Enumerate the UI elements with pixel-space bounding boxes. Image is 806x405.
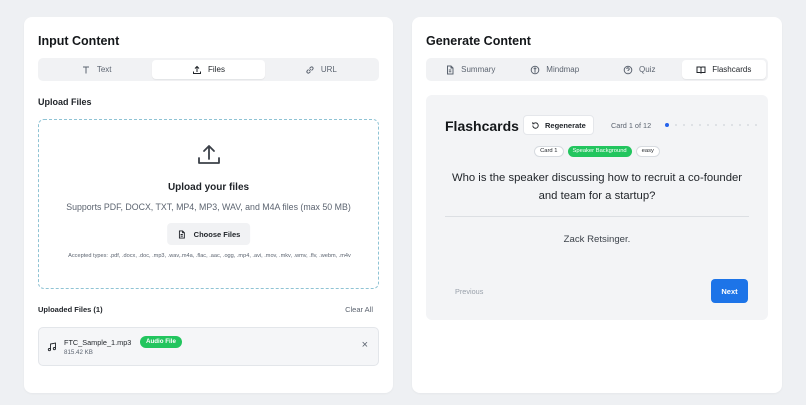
tab-mindmap[interactable]: Mindmap <box>513 60 598 79</box>
file-dropzone[interactable]: Upload your files Supports PDF, DOCX, TX… <box>38 119 379 289</box>
link-icon <box>306 65 314 74</box>
upload-icon <box>197 145 220 164</box>
clear-all-button[interactable]: Clear All <box>345 305 373 314</box>
close-icon: × <box>361 339 368 351</box>
tab-text-label: Text <box>96 65 112 74</box>
uploaded-files-label: Uploaded Files (1) <box>38 305 103 314</box>
card-tags: Card 1 Speaker Background easy <box>426 146 768 157</box>
tab-files-label: Files <box>208 65 225 74</box>
upload-subtitle: Supports PDF, DOCX, TXT, MP4, MP3, WAV, … <box>66 202 351 212</box>
progress-dot[interactable] <box>674 123 677 127</box>
next-button[interactable]: Next <box>711 279 748 303</box>
progress-dot[interactable] <box>754 123 757 127</box>
regenerate-label: Regenerate <box>545 120 586 130</box>
progress-dot[interactable] <box>738 123 741 127</box>
regenerate-button[interactable]: Regenerate <box>523 115 594 135</box>
tab-files[interactable]: Files <box>152 60 265 79</box>
tab-mindmap-label: Mindmap <box>546 65 580 74</box>
mindmap-icon <box>530 65 540 74</box>
progress-dot[interactable] <box>746 123 749 127</box>
document-icon <box>178 229 185 239</box>
choose-files-label: Choose Files <box>193 229 241 239</box>
accepted-types-text: Accepted types: .pdf, .docx, .doc, .mp3,… <box>68 253 351 259</box>
uploaded-file-item: FTC_Sample_1.mp3 Audio File 815.42 KB × <box>38 327 379 366</box>
previous-button[interactable]: Previous <box>455 287 483 296</box>
card-progress-dots <box>665 123 757 127</box>
generate-tabs: Summary Mindmap Quiz Flashcards <box>426 58 768 81</box>
card-counter: Card 1 of 12 <box>611 121 652 130</box>
progress-dot[interactable] <box>714 123 717 127</box>
document-icon <box>447 65 454 74</box>
upload-files-label: Upload Files <box>38 97 92 107</box>
difficulty-tag: easy <box>635 146 660 157</box>
file-type-badge: Audio File <box>140 336 182 348</box>
tab-flashcards[interactable]: Flashcards <box>681 60 766 79</box>
input-panel-title: Input Content <box>38 34 120 48</box>
flashcard-question: Who is the speaker discussing how to rec… <box>451 172 743 202</box>
flashcard-area: Flashcards Regenerate Card 1 of 12 Card … <box>426 95 768 320</box>
flashcards-heading: Flashcards <box>445 118 519 134</box>
input-content-panel: Input Content Text Files URL Upload File… <box>24 17 393 393</box>
progress-dot[interactable] <box>698 123 701 127</box>
progress-dot[interactable] <box>722 123 725 127</box>
tab-quiz[interactable]: Quiz <box>597 60 682 79</box>
tab-flashcards-label: Flashcards <box>712 65 752 74</box>
tab-quiz-label: Quiz <box>639 65 656 74</box>
input-tabs: Text Files URL <box>38 58 379 81</box>
tab-summary[interactable]: Summary <box>428 60 513 79</box>
generate-content-panel: Generate Content Summary Mindmap Quiz Fl… <box>412 17 782 393</box>
music-note-icon <box>47 342 56 352</box>
upload-title: Upload your files <box>167 182 250 193</box>
remove-file-button[interactable]: × <box>362 339 368 351</box>
book-icon <box>696 66 706 74</box>
flashcard-answer: Zack Retsinger. <box>563 234 631 245</box>
divider <box>445 216 749 217</box>
progress-dot-active[interactable] <box>665 123 669 127</box>
generate-panel-title: Generate Content <box>426 34 531 48</box>
choose-files-button[interactable]: Choose Files <box>166 223 251 245</box>
upload-icon <box>193 65 202 74</box>
text-icon <box>82 66 89 73</box>
tab-text[interactable]: Text <box>40 60 152 79</box>
file-name: FTC_Sample_1.mp3 <box>64 338 132 347</box>
question-icon <box>623 65 633 74</box>
refresh-icon <box>532 121 539 129</box>
progress-dot[interactable] <box>682 123 685 127</box>
file-size: 815.42 KB <box>64 349 93 356</box>
tab-url[interactable]: URL <box>265 60 377 79</box>
tab-url-label: URL <box>320 65 337 74</box>
category-tag: Speaker Background <box>567 146 632 157</box>
progress-dot[interactable] <box>706 123 709 127</box>
card-number-tag: Card 1 <box>534 146 564 157</box>
progress-dot[interactable] <box>690 123 693 127</box>
progress-dot[interactable] <box>730 123 733 127</box>
tab-summary-label: Summary <box>461 65 496 74</box>
